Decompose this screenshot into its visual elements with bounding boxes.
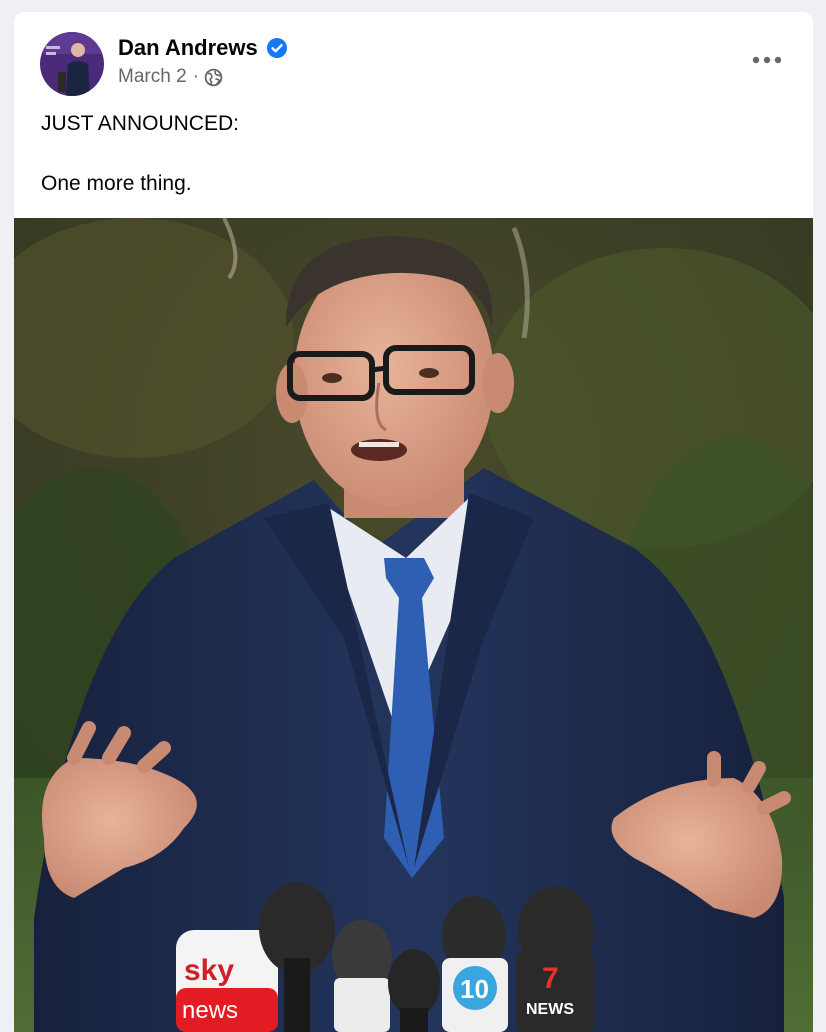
post-text-line-2: One more thing. bbox=[41, 172, 192, 195]
mic-label-sky: sky bbox=[184, 954, 234, 987]
post-text-line-1: JUST ANNOUNCED: bbox=[41, 112, 239, 135]
mic-label-7: 7 bbox=[542, 962, 559, 995]
more-options-icon[interactable] bbox=[749, 48, 785, 72]
post-header: Dan Andrews March 2 · bbox=[14, 12, 813, 102]
author-avatar[interactable] bbox=[40, 32, 104, 96]
post-date[interactable]: March 2 bbox=[118, 66, 187, 88]
meta-separator: · bbox=[192, 66, 199, 87]
globe-icon[interactable] bbox=[204, 68, 223, 87]
post-text: JUST ANNOUNCED: One more thing. bbox=[41, 112, 239, 196]
mic-label-7-news: NEWS bbox=[526, 1001, 574, 1018]
author-row: Dan Andrews bbox=[118, 34, 287, 62]
author-name[interactable]: Dan Andrews bbox=[118, 35, 258, 61]
verified-badge-icon bbox=[266, 38, 287, 58]
post-meta: March 2 · bbox=[118, 66, 223, 88]
mic-label-10: 10 bbox=[460, 974, 489, 1004]
post-card: Dan Andrews March 2 · JUST ANNOUNCED: On… bbox=[14, 12, 813, 1032]
mic-label-news: news bbox=[182, 997, 238, 1024]
post-photo[interactable]: sky news 10 7 NEWS bbox=[14, 218, 813, 1032]
